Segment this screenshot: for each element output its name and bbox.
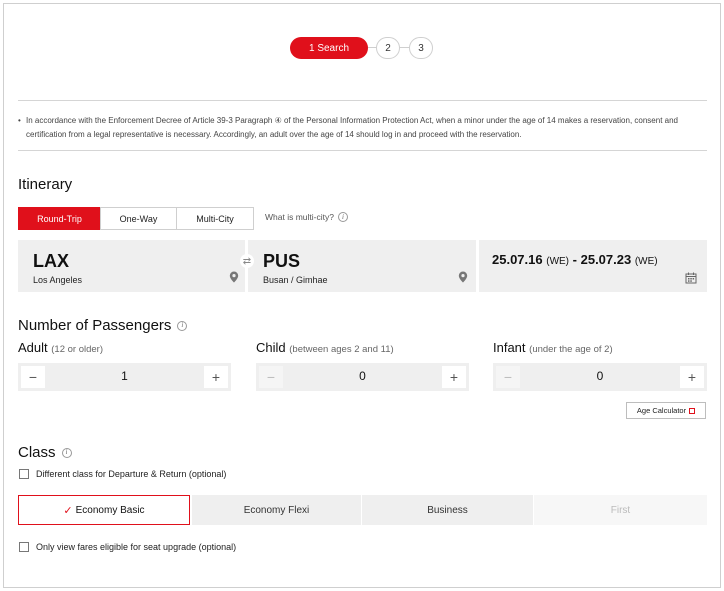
location-pin-icon	[458, 271, 468, 283]
return-dow: (WE)	[634, 256, 658, 267]
infant-label-text: Infant	[493, 340, 526, 355]
swap-icon[interactable]: ⇄	[240, 254, 254, 268]
origin-code: LAX	[33, 251, 69, 271]
class-title: Class	[18, 444, 56, 461]
adult-label: Adult (12 or older)	[18, 340, 103, 355]
adult-increment-button[interactable]: +	[204, 366, 228, 388]
class-business[interactable]: Business	[362, 495, 533, 525]
infant-stepper: − 0 +	[493, 363, 707, 391]
infant-decrement-button[interactable]: −	[496, 366, 520, 388]
different-class-checkbox[interactable]	[19, 469, 29, 479]
child-increment-button[interactable]: +	[442, 366, 466, 388]
adult-label-text: Adult	[18, 340, 48, 355]
info-icon[interactable]: i	[61, 447, 72, 458]
child-stepper: − 0 +	[256, 363, 469, 391]
divider-notice	[18, 150, 707, 151]
info-icon: i	[337, 212, 348, 222]
multi-city-help-text: What is multi-city?	[265, 212, 334, 222]
child-label: Child (between ages 2 and 11)	[256, 340, 394, 355]
class-economy-basic[interactable]: ✓ Economy Basic	[18, 495, 190, 525]
age-calculator-button[interactable]: Age Calculator	[626, 402, 706, 419]
bullet-icon: •	[18, 116, 21, 125]
class-economy-flexi-label: Economy Flexi	[243, 504, 310, 516]
travel-dates: 25.07.16 (WE) - 25.07.23 (WE)	[492, 252, 658, 267]
return-date: 25.07.23	[580, 252, 632, 267]
adult-count: 1	[121, 369, 128, 383]
seat-upgrade-checkbox[interactable]	[19, 542, 29, 552]
date-separator: -	[572, 252, 577, 267]
child-count: 0	[359, 369, 366, 383]
child-label-text: Child	[256, 340, 286, 355]
destination-city: Busan / Gimhae	[263, 275, 328, 285]
different-class-label: Different class for Departure & Return (…	[36, 469, 227, 479]
itinerary-title: Itinerary	[18, 176, 73, 193]
child-decrement-button[interactable]: −	[259, 366, 283, 388]
adult-age-range: (12 or older)	[51, 344, 104, 355]
step-2[interactable]: 2	[376, 37, 400, 59]
seat-upgrade-label: Only view fares eligible for seat upgrad…	[36, 542, 237, 552]
notice-text: In accordance with the Enforcement Decre…	[26, 116, 678, 139]
adult-decrement-button[interactable]: −	[21, 366, 45, 388]
origin-city: Los Angeles	[33, 275, 83, 285]
depart-date: 25.07.16	[492, 252, 543, 267]
age-calculator-label: Age Calculator	[636, 406, 687, 415]
tab-round-trip[interactable]: Round-Trip	[18, 207, 101, 230]
checkmark-icon: ✓	[63, 504, 73, 517]
depart-dow: (WE)	[546, 256, 570, 267]
passengers-title: Number of Passengers	[18, 317, 172, 334]
class-economy-flexi[interactable]: Economy Flexi	[192, 495, 361, 525]
external-link-icon	[689, 407, 696, 414]
passengers-title-row: Number of Passengers i	[18, 317, 188, 334]
class-business-label: Business	[427, 504, 468, 516]
destination-code: PUS	[263, 251, 301, 271]
child-age-range: (between ages 2 and 11)	[289, 344, 394, 355]
class-first: First	[534, 495, 707, 525]
calendar-icon[interactable]	[685, 272, 697, 284]
minor-consent-notice: • In accordance with the Enforcement Dec…	[18, 114, 710, 142]
infant-label: Infant (under the age of 2)	[493, 340, 613, 355]
infant-increment-button[interactable]: +	[680, 366, 704, 388]
multi-city-help-link[interactable]: What is multi-city? i	[265, 212, 348, 222]
step-3[interactable]: 3	[409, 37, 433, 59]
infant-count: 0	[596, 369, 604, 383]
class-title-row: Class i	[18, 444, 72, 461]
adult-stepper: − 1 +	[18, 363, 231, 391]
class-economy-basic-label: Economy Basic	[75, 504, 145, 516]
tab-one-way[interactable]: One-Way	[100, 207, 177, 230]
class-first-label: First	[610, 504, 631, 516]
divider-top	[18, 100, 707, 101]
tab-multi-city[interactable]: Multi-City	[176, 207, 254, 230]
location-pin-icon	[229, 271, 239, 283]
info-icon[interactable]: i	[177, 320, 188, 331]
step-1-search[interactable]: 1 Search	[290, 37, 368, 59]
infant-age-range: (under the age of 2)	[529, 344, 613, 355]
